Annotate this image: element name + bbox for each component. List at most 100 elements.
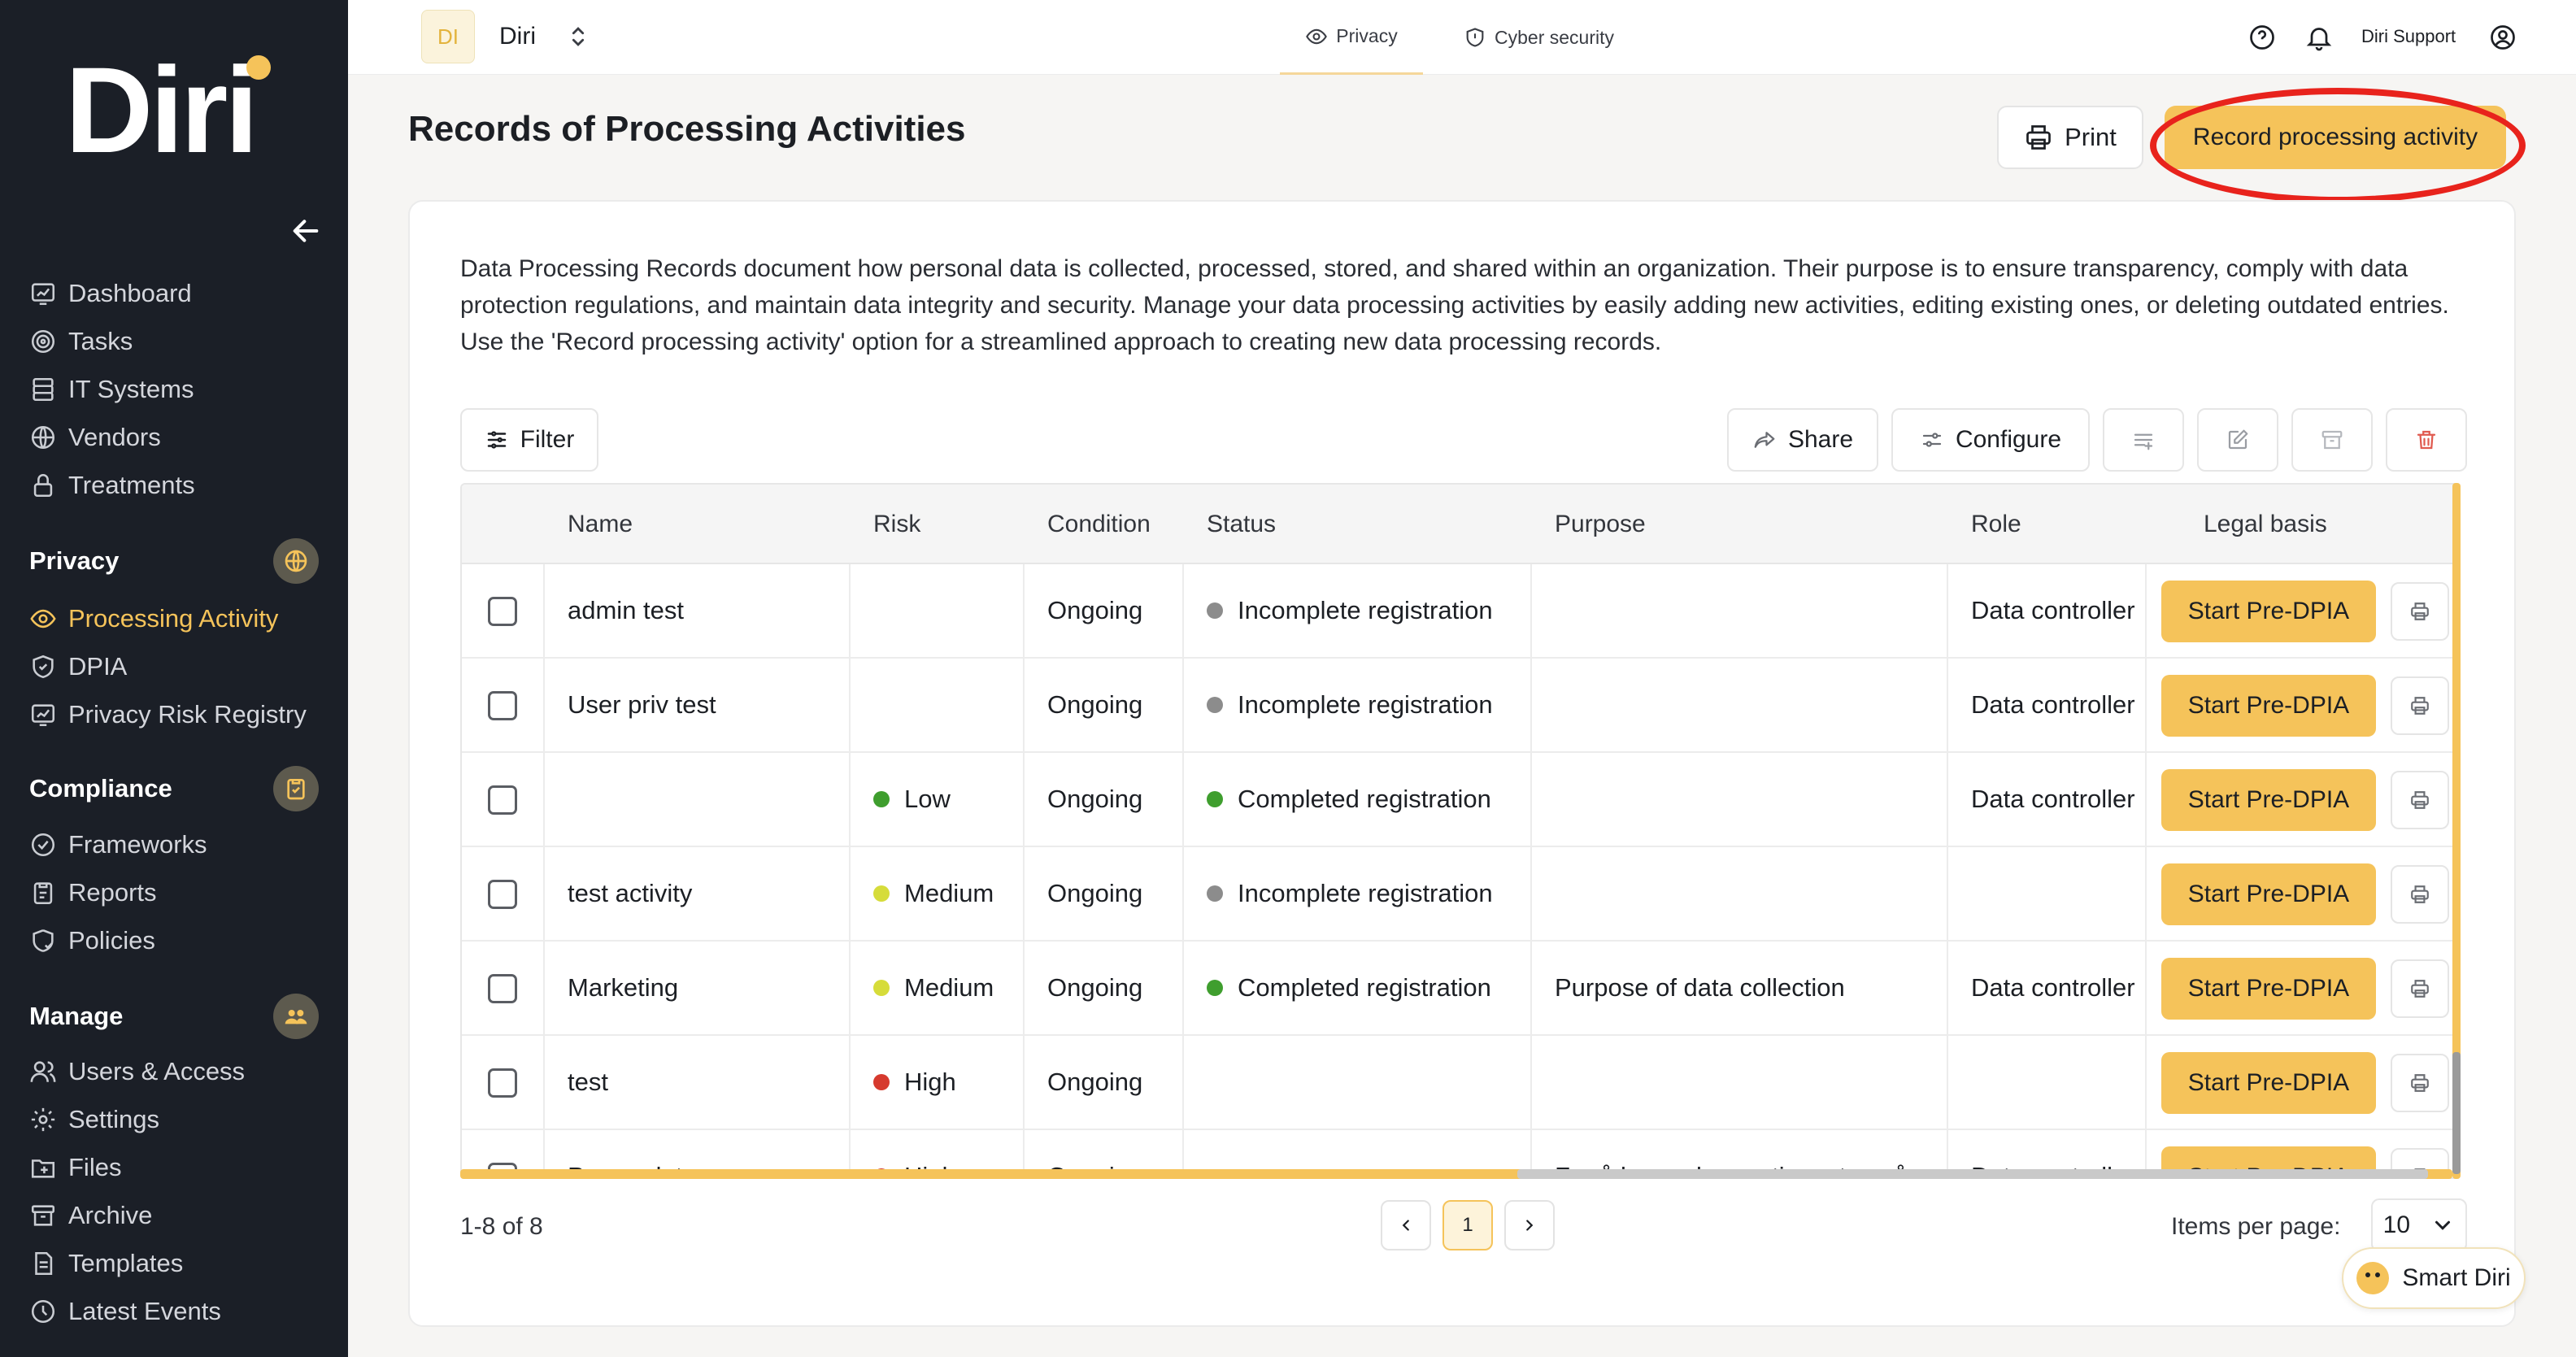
sidebar-item-it-systems[interactable]: IT Systems bbox=[29, 369, 194, 410]
column-header-risk[interactable]: Risk bbox=[873, 485, 920, 564]
row-print-button[interactable] bbox=[2391, 582, 2449, 641]
cell-role: Data controller bbox=[1971, 690, 2135, 719]
user-avatar-icon[interactable] bbox=[2488, 23, 2517, 52]
previous-page-button[interactable] bbox=[1381, 1200, 1431, 1250]
sidebar-item-files[interactable]: Files bbox=[29, 1147, 121, 1188]
start-pre-dpia-button[interactable]: Start Pre-DPIA bbox=[2161, 769, 2376, 831]
start-pre-dpia-button[interactable]: Start Pre-DPIA bbox=[2161, 863, 2376, 925]
start-pre-dpia-button[interactable]: Start Pre-DPIA bbox=[2161, 958, 2376, 1020]
sidebar-item-dashboard[interactable]: Dashboard bbox=[29, 273, 192, 314]
table-row[interactable]: User priv test Ongoing Incomplete registra… bbox=[462, 659, 2457, 753]
sidebar-item-archive[interactable]: Archive bbox=[29, 1195, 152, 1236]
status-label: Completed registration bbox=[1238, 785, 1491, 813]
printer-icon bbox=[2026, 125, 2051, 150]
column-header-name[interactable]: Name bbox=[568, 485, 633, 564]
vertical-scrollbar[interactable] bbox=[2452, 483, 2461, 1179]
cell-name: User priv test bbox=[568, 690, 716, 719]
archive-button[interactable] bbox=[2291, 408, 2373, 472]
configure-button[interactable]: Configure bbox=[1891, 408, 2090, 472]
eye-icon bbox=[1306, 28, 1328, 44]
sidebar-item-label: Users & Access bbox=[68, 1057, 246, 1085]
start-pre-dpia-button[interactable]: Start Pre-DPIA bbox=[2161, 1052, 2376, 1114]
shield-icon bbox=[1466, 28, 1484, 47]
sidebar-item-dpia[interactable]: DPIA bbox=[29, 646, 127, 687]
sidebar-item-tasks[interactable]: Tasks bbox=[29, 321, 133, 362]
sidebar-item-processing-activity[interactable]: Processing Activity bbox=[29, 598, 278, 639]
column-header-purpose[interactable]: Purpose bbox=[1555, 485, 1646, 564]
cell-risk bbox=[873, 659, 1020, 751]
filter-button[interactable]: Filter bbox=[460, 408, 598, 472]
table-row[interactable]: Low Ongoing Completed registration Data con… bbox=[462, 753, 2457, 847]
horizontal-scrollbar-thumb[interactable] bbox=[1517, 1169, 2428, 1179]
sidebar-item-policies[interactable]: Policies bbox=[29, 920, 155, 961]
tab-label: Cyber security bbox=[1495, 26, 1614, 48]
server-icon bbox=[33, 377, 54, 402]
user-name[interactable]: Diri Support bbox=[2361, 26, 2456, 47]
record-processing-activity-button[interactable]: Record processing activity bbox=[2165, 106, 2506, 169]
configure-icon bbox=[1922, 433, 1942, 447]
printer-icon bbox=[2411, 885, 2429, 903]
row-print-button[interactable] bbox=[2391, 1054, 2449, 1112]
sidebar-item-latest-events[interactable]: Latest Events bbox=[29, 1291, 221, 1332]
vertical-scrollbar-thumb[interactable] bbox=[2452, 1052, 2461, 1174]
column-header-legal-basis[interactable]: Legal basis bbox=[2204, 485, 2327, 564]
bell-icon[interactable] bbox=[2304, 23, 2334, 52]
column-header-condition[interactable]: Condition bbox=[1047, 485, 1151, 564]
collapse-sidebar-icon[interactable] bbox=[289, 215, 322, 247]
start-pre-dpia-button[interactable]: Start Pre-DPIA bbox=[2161, 675, 2376, 737]
row-checkbox[interactable] bbox=[488, 880, 517, 909]
sidebar-item-settings[interactable]: Settings bbox=[29, 1099, 159, 1140]
sidebar-item-label: Policies bbox=[68, 926, 155, 955]
row-checkbox[interactable] bbox=[488, 1068, 517, 1098]
table-row[interactable]: admin test Ongoing Incomplete registration… bbox=[462, 564, 2457, 659]
smart-diri-button[interactable]: Smart Diri bbox=[2342, 1247, 2526, 1309]
row-checkbox[interactable] bbox=[488, 785, 517, 815]
sidebar-section-manage: Manage bbox=[29, 994, 319, 1039]
next-page-button[interactable] bbox=[1504, 1200, 1555, 1250]
org-name[interactable]: Diri bbox=[499, 23, 536, 50]
org-avatar[interactable]: DI bbox=[421, 10, 475, 63]
row-print-button[interactable] bbox=[2391, 959, 2449, 1018]
sidebar-item-templates[interactable]: Templates bbox=[29, 1243, 183, 1284]
share-button[interactable]: Share bbox=[1727, 408, 1878, 472]
sidebar-item-privacy-risk-registry[interactable]: Privacy Risk Registry bbox=[29, 694, 307, 735]
page-number-button[interactable]: 1 bbox=[1442, 1200, 1493, 1250]
share-arrow-icon bbox=[1754, 432, 1775, 448]
add-column-button[interactable] bbox=[2103, 408, 2184, 472]
sidebar-item-reports[interactable]: Reports bbox=[29, 872, 157, 913]
row-checkbox[interactable] bbox=[488, 597, 517, 626]
sidebar-item-treatments[interactable]: Treatments bbox=[29, 465, 195, 506]
chevron-up-down-icon[interactable] bbox=[564, 23, 592, 50]
row-checkbox[interactable] bbox=[488, 691, 517, 720]
items-per-page-select[interactable]: 10 bbox=[2371, 1198, 2467, 1252]
help-icon[interactable] bbox=[2247, 23, 2277, 52]
row-print-button[interactable] bbox=[2391, 865, 2449, 924]
tab-privacy[interactable]: Privacy bbox=[1280, 0, 1423, 75]
cell-risk bbox=[873, 564, 1020, 657]
registry-icon bbox=[31, 704, 55, 727]
sidebar-item-vendors[interactable]: Vendors bbox=[29, 417, 161, 458]
print-button[interactable]: Print bbox=[1997, 106, 2143, 169]
risk-dot bbox=[873, 1074, 890, 1090]
start-pre-dpia-button[interactable]: Start Pre-DPIA bbox=[2161, 581, 2376, 642]
filter-label: Filter bbox=[520, 426, 575, 453]
edit-button[interactable] bbox=[2197, 408, 2278, 472]
sidebar-item-users-access[interactable]: Users & Access bbox=[29, 1051, 245, 1092]
table-row[interactable]: test activity Medium Ongoing Incomplete reg… bbox=[462, 847, 2457, 942]
column-header-status[interactable]: Status bbox=[1207, 485, 1276, 564]
row-print-button[interactable] bbox=[2391, 771, 2449, 829]
privacy-badge bbox=[273, 538, 319, 584]
table-row[interactable]: test High Ongoing Start Pre-DPIA bbox=[462, 1036, 2457, 1130]
cell-condition: Ongoing bbox=[1047, 596, 1143, 624]
column-header-role[interactable]: Role bbox=[1971, 485, 2021, 564]
row-checkbox[interactable] bbox=[488, 974, 517, 1003]
row-print-button[interactable] bbox=[2391, 676, 2449, 735]
section-title: Manage bbox=[29, 1002, 124, 1030]
cell-role: Data controller bbox=[1971, 973, 2135, 1002]
table-row[interactable]: Marketing Medium Ongoing Completed registra… bbox=[462, 942, 2457, 1036]
horizontal-scrollbar[interactable] bbox=[460, 1169, 2452, 1179]
lock-icon bbox=[33, 474, 53, 498]
tab-cyber-security[interactable]: Cyber security bbox=[1464, 0, 1614, 75]
sidebar-item-frameworks[interactable]: Frameworks bbox=[29, 824, 207, 865]
delete-button[interactable] bbox=[2386, 408, 2467, 472]
